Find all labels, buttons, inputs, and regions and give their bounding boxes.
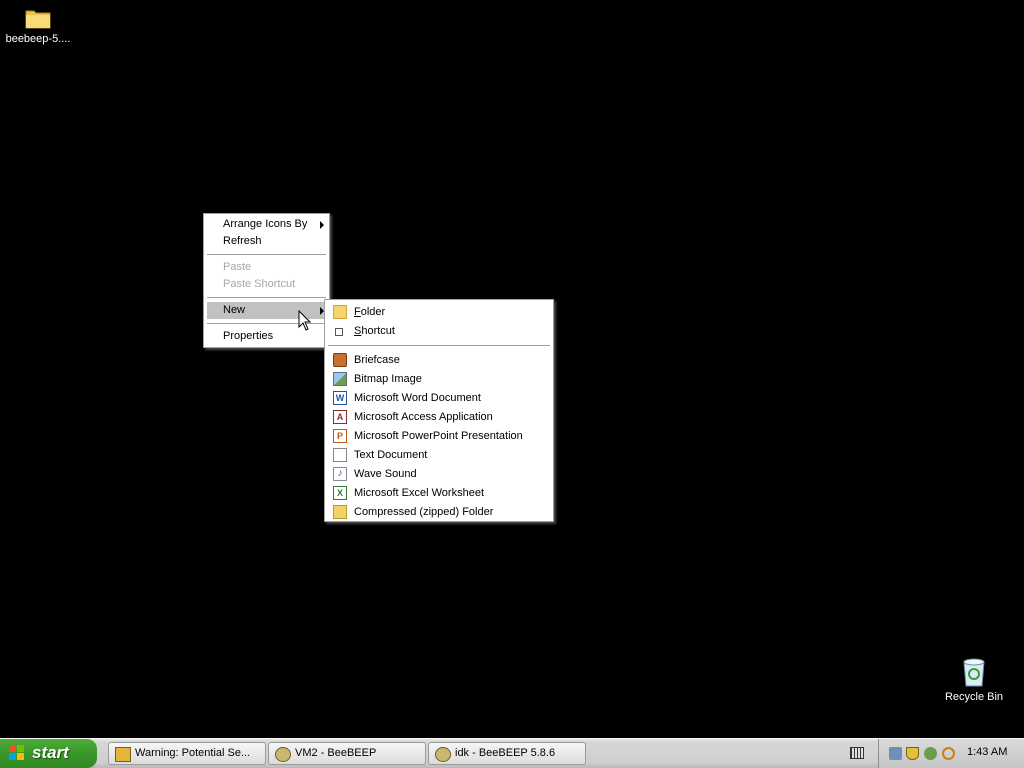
network-icon[interactable]	[889, 747, 902, 760]
access-icon: A	[333, 410, 347, 424]
menu-item-label: New	[223, 304, 246, 316]
menu-item-label: Text Document	[354, 449, 428, 461]
windows-logo-icon	[9, 745, 24, 760]
menu-item-label: Properties	[223, 330, 274, 342]
mouse-cursor-icon	[298, 310, 312, 331]
new-item-text-document[interactable]: Text Document	[325, 446, 553, 465]
desktop-icon-label: Recycle Bin	[944, 691, 1004, 703]
menu-item-label: Bitmap Image	[354, 373, 422, 385]
menu-item-label: Briefcase	[354, 354, 400, 366]
menu-item-label: Compressed (zipped) Folder	[354, 506, 494, 518]
menu-separator	[207, 254, 326, 255]
warning-icon	[115, 747, 131, 762]
briefcase-icon	[333, 353, 347, 367]
system-tray: 1:43 AM	[878, 739, 1024, 768]
menu-item-paste-shortcut: Paste Shortcut	[204, 276, 329, 293]
menu-item-label: Microsoft Word Document	[354, 392, 481, 404]
beebeep-tray-icon[interactable]	[924, 747, 937, 760]
wave-sound-icon: ♪	[333, 467, 347, 481]
new-item-wave-sound[interactable]: ♪ Wave Sound	[325, 465, 553, 484]
new-item-access-application[interactable]: A Microsoft Access Application	[325, 408, 553, 427]
menu-item-label: Arrange Icons By	[223, 218, 308, 230]
security-shield-icon[interactable]	[906, 747, 919, 760]
new-item-briefcase[interactable]: Briefcase	[325, 351, 553, 370]
menu-item-refresh[interactable]: Refresh	[204, 233, 329, 250]
text-document-icon	[333, 448, 347, 462]
new-item-word-document[interactable]: W Microsoft Word Document	[325, 389, 553, 408]
menu-item-paste: Paste	[204, 259, 329, 276]
search-icon[interactable]	[942, 747, 955, 760]
shortcut-icon	[335, 328, 343, 336]
taskbar-button-vm2-beebeep[interactable]: VM2 - BeeBEEP	[268, 742, 426, 765]
start-label: start	[32, 743, 69, 762]
bitmap-icon	[333, 372, 347, 386]
desktop-icon-label: beebeep-5....	[5, 33, 71, 45]
word-icon: W	[333, 391, 347, 405]
taskbar-button-label: Warning: Potential Se...	[135, 747, 251, 759]
new-item-shortcut[interactable]: Shortcut	[325, 322, 553, 341]
taskbar-button-label: idk - BeeBEEP 5.8.6	[455, 747, 556, 759]
start-button[interactable]: start	[0, 739, 97, 768]
powerpoint-icon: P	[333, 429, 347, 443]
accelerator-key: F	[354, 306, 361, 318]
desktop-icon-beebeep-folder[interactable]: beebeep-5....	[0, 4, 76, 45]
menu-item-label: Microsoft Excel Worksheet	[354, 487, 485, 499]
new-item-powerpoint-presentation[interactable]: P Microsoft PowerPoint Presentation	[325, 427, 553, 446]
desktop-icon-recycle-bin[interactable]: Recycle Bin	[936, 656, 1012, 703]
menu-item-label: older	[360, 306, 386, 318]
menu-item-label: Wave Sound	[354, 468, 417, 480]
menu-item-label: Microsoft Access Application	[354, 411, 493, 423]
taskbar-button-label: VM2 - BeeBEEP	[295, 747, 377, 759]
clock[interactable]: 1:43 AM	[967, 746, 1007, 758]
menu-item-label: hortcut	[361, 325, 395, 337]
menu-item-arrange-icons-by[interactable]: Arrange Icons By	[204, 216, 329, 233]
excel-icon: X	[333, 486, 347, 500]
new-item-excel-worksheet[interactable]: X Microsoft Excel Worksheet	[325, 484, 553, 503]
recycle-bin-icon	[963, 658, 985, 687]
taskbar: start Warning: Potential Se... VM2 - Bee…	[0, 738, 1024, 768]
menu-separator	[328, 345, 550, 346]
new-item-folder[interactable]: Folder	[325, 303, 553, 322]
zip-folder-icon	[333, 505, 347, 519]
taskbar-button-idk-beebeep[interactable]: idk - BeeBEEP 5.8.6	[428, 742, 586, 765]
menu-item-label: Paste Shortcut	[223, 278, 296, 290]
keyboard-icon[interactable]	[850, 747, 864, 759]
beebeep-icon	[275, 747, 291, 762]
beebeep-icon	[435, 747, 451, 762]
desktop[interactable]: beebeep-5.... Recycle Bin Arrange Icons …	[0, 0, 1024, 738]
folder-icon	[25, 10, 51, 29]
menu-item-label: Paste	[223, 261, 252, 273]
folder-icon	[333, 305, 347, 319]
menu-separator	[207, 297, 326, 298]
new-submenu: Folder Shortcut Briefcase Bitmap Image W…	[324, 299, 554, 522]
taskbar-button-warning[interactable]: Warning: Potential Se...	[108, 742, 266, 765]
menu-item-label: Microsoft PowerPoint Presentation	[354, 430, 523, 442]
new-item-compressed-folder[interactable]: Compressed (zipped) Folder	[325, 503, 553, 522]
submenu-arrow-icon	[320, 221, 324, 229]
menu-item-label: Refresh	[223, 235, 262, 247]
new-item-bitmap-image[interactable]: Bitmap Image	[325, 370, 553, 389]
